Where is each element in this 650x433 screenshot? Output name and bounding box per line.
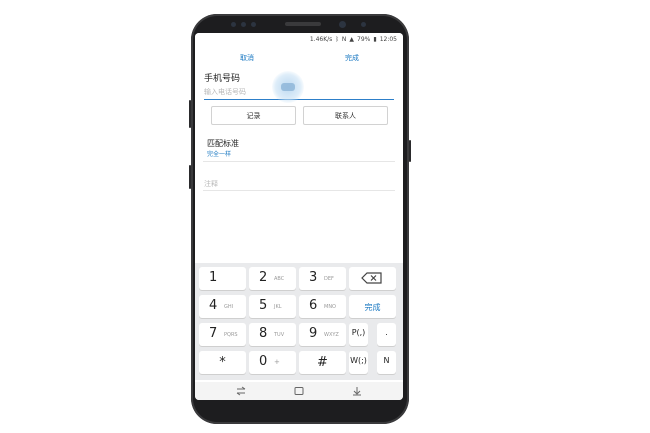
sensor <box>231 22 236 27</box>
wait-key-label: W(;) <box>350 356 367 365</box>
key-1[interactable]: 1 <box>199 267 246 290</box>
dot-key[interactable]: . <box>377 323 396 346</box>
key-digit: 4 <box>209 298 218 313</box>
battery-icon: ▮ <box>373 36 377 43</box>
action-bar: 取消 完成 <box>195 49 403 65</box>
key-digit: 2 <box>259 270 268 285</box>
wait-key[interactable]: W(;) <box>349 351 368 374</box>
navigation-bar <box>195 382 403 400</box>
key-hash[interactable]: # <box>299 351 346 374</box>
cancel-button[interactable]: 取消 <box>240 53 254 63</box>
key-letters: TUV <box>274 332 285 338</box>
key-letters: MNO <box>324 304 336 310</box>
home-icon[interactable] <box>293 385 305 397</box>
sensor <box>241 22 246 27</box>
nfc-icon: N <box>341 36 347 43</box>
key-digit: 1 <box>209 270 218 285</box>
key-letters: + <box>274 358 280 366</box>
key-6[interactable]: 6 MNO <box>299 295 346 318</box>
key-symbol: * <box>219 355 226 370</box>
n-key-label: N <box>383 356 390 365</box>
earpiece <box>285 22 321 26</box>
key-digit: 6 <box>309 298 318 313</box>
battery-level: 79% <box>357 36 371 43</box>
key-letters: WXYZ <box>324 332 339 338</box>
sensor <box>251 22 256 27</box>
key-digit: 9 <box>309 326 318 341</box>
key-0[interactable]: 0 + <box>249 351 296 374</box>
key-3[interactable]: 3 DEF <box>299 267 346 290</box>
key-letters: JKL <box>274 304 282 310</box>
key-symbol: # <box>317 355 328 370</box>
back-icon[interactable] <box>351 385 363 397</box>
keypad-done-key[interactable]: 完成 <box>349 295 396 318</box>
volume-button <box>189 100 191 128</box>
dot-key-label: . <box>385 328 388 337</box>
touch-indicator <box>272 71 304 103</box>
key-letters: DEF <box>324 276 334 282</box>
key-star[interactable]: * <box>199 351 246 374</box>
front-camera <box>339 21 346 28</box>
record-button[interactable]: 记录 <box>211 106 296 125</box>
touch-indicator-center <box>281 83 295 91</box>
key-letters: PQRS <box>224 332 238 338</box>
key-5[interactable]: 5 JKL <box>249 295 296 318</box>
sensor <box>361 22 366 27</box>
key-2[interactable]: 2 ABC <box>249 267 296 290</box>
done-button[interactable]: 完成 <box>345 53 359 63</box>
n-key[interactable]: N <box>377 351 396 374</box>
pause-key[interactable]: P(,) <box>349 323 368 346</box>
network-speed: 1.46K/s <box>309 36 333 43</box>
divider <box>203 161 395 162</box>
phone-number-label: 手机号码 <box>204 74 241 84</box>
phone-screen: 1.46K/s ᛒ N ▲ 79% ▮ 12:05 取消 完成 手机号码 记录 … <box>195 33 403 400</box>
key-7[interactable]: 7 PQRS <box>199 323 246 346</box>
power-button <box>409 140 411 162</box>
key-letters: GHI <box>224 304 234 310</box>
note-field[interactable]: 注释 <box>204 179 218 189</box>
key-8[interactable]: 8 TUV <box>249 323 296 346</box>
status-bar: 1.46K/s ᛒ N ▲ 79% ▮ 12:05 <box>195 33 403 47</box>
clock: 12:05 <box>379 36 397 43</box>
key-4[interactable]: 4 GHI <box>199 295 246 318</box>
divider <box>203 190 395 191</box>
match-criteria-value[interactable]: 完全一样 <box>207 149 231 158</box>
bluetooth-icon: ᛒ <box>335 36 339 43</box>
bixby-button <box>189 165 191 189</box>
signal-icon: ▲ <box>349 36 355 43</box>
pause-key-label: P(,) <box>351 328 366 337</box>
match-criteria-label: 匹配标准 <box>207 139 239 148</box>
recent-apps-icon[interactable] <box>235 385 247 397</box>
backspace-icon <box>361 272 382 284</box>
key-digit: 0 <box>259 354 268 369</box>
key-9[interactable]: 9 WXYZ <box>299 323 346 346</box>
key-digit: 8 <box>259 326 268 341</box>
key-digit: 3 <box>309 270 318 285</box>
key-letters: ABC <box>274 276 285 282</box>
key-digit: 5 <box>259 298 268 313</box>
backspace-key[interactable] <box>349 267 396 290</box>
keypad-done-label: 完成 <box>364 303 381 312</box>
key-digit: 7 <box>209 326 218 341</box>
dial-keypad: 1 2 ABC 3 DEF 4 GHI 5 JKL 6 MNO 完成 7 PQR… <box>195 263 403 380</box>
contacts-button[interactable]: 联系人 <box>303 106 388 125</box>
status-indicators: 1.46K/s ᛒ N ▲ 79% ▮ 12:05 <box>310 36 397 43</box>
